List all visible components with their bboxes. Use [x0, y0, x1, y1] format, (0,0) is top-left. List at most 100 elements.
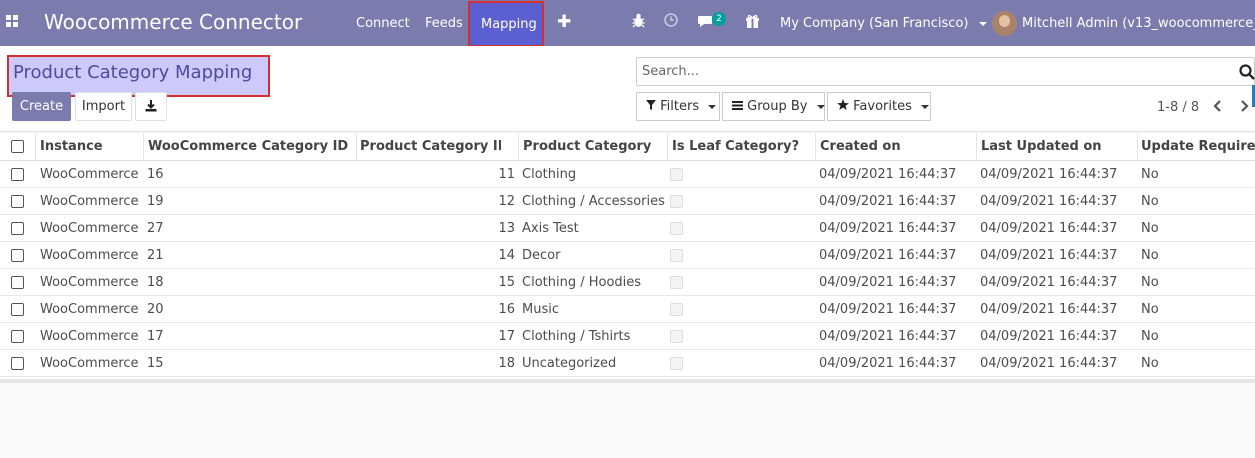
pager-value[interactable]: 1-8 / 8 — [1157, 100, 1199, 115]
star-icon — [837, 99, 849, 110]
instance-cell: WooCommerce — [40, 329, 139, 344]
list-view-table: Instance WooCommerce Category ID Product… — [0, 133, 1255, 383]
update-required-cell: No — [1141, 356, 1159, 371]
table-row[interactable]: WooCommerce 18 15 Clothing / Hoodies 04/… — [0, 269, 1255, 296]
create-button[interactable]: Create — [12, 92, 71, 121]
menu-connect[interactable]: Connect — [356, 16, 410, 31]
company-switcher[interactable]: My Company (San Francisco) — [780, 16, 987, 31]
row-checkbox[interactable] — [11, 249, 24, 262]
created-on-cell: 04/09/2021 16:44:37 — [819, 329, 957, 344]
product-category-id-cell: 11 — [498, 167, 515, 182]
row-checkbox[interactable] — [11, 330, 24, 343]
bug-icon[interactable] — [632, 13, 645, 28]
column-header[interactable]: Instance — [40, 133, 140, 160]
instance-cell: WooCommerce — [40, 356, 139, 371]
column-header[interactable]: WooCommerce Category ID — [148, 133, 353, 160]
column-header[interactable]: Is Leaf Category? — [672, 133, 814, 160]
woocommerce-category-id-cell: 21 — [147, 248, 164, 263]
search-input[interactable] — [642, 64, 1222, 79]
favorites-label: Favorites — [853, 99, 912, 114]
product-category-id-cell: 13 — [498, 221, 515, 236]
search-icon[interactable] — [1239, 64, 1255, 80]
product-category-cell: Axis Test — [522, 221, 579, 236]
column-header[interactable]: Created on — [820, 133, 975, 160]
update-required-cell: No — [1141, 302, 1159, 317]
table-header: Instance WooCommerce Category ID Product… — [0, 133, 1255, 161]
user-menu[interactable]: Mitchell Admin (v13_woocommerce_4) — [1022, 16, 1255, 31]
instance-cell: WooCommerce — [40, 275, 139, 290]
leaf-category-checkbox — [670, 222, 683, 235]
filters-label: Filters — [660, 99, 700, 114]
table-row[interactable]: WooCommerce 15 18 Uncategorized 04/09/20… — [0, 350, 1255, 377]
column-header[interactable]: Product Category ID — [360, 133, 501, 160]
update-required-cell: No — [1141, 329, 1159, 344]
caret-down-icon — [921, 104, 930, 109]
instance-cell: WooCommerce — [40, 221, 139, 236]
product-category-cell: Music — [522, 302, 559, 317]
last-updated-cell: 04/09/2021 16:44:37 — [980, 194, 1118, 209]
created-on-cell: 04/09/2021 16:44:37 — [819, 167, 957, 182]
chevron-right-icon[interactable] — [1240, 100, 1250, 112]
last-updated-cell: 04/09/2021 16:44:37 — [980, 302, 1118, 317]
leaf-category-checkbox — [670, 330, 683, 343]
product-category-id-cell: 14 — [498, 248, 515, 263]
product-category-cell: Clothing / Hoodies — [522, 275, 642, 290]
search-box — [636, 57, 1255, 86]
leaf-category-checkbox — [670, 357, 683, 370]
top-navbar: Woocommerce Connector Connect Feeds Mapp… — [0, 0, 1255, 47]
import-button[interactable]: Import — [75, 92, 132, 121]
download-button[interactable] — [135, 92, 167, 121]
menu-mapping[interactable]: Mapping — [468, 1, 544, 47]
row-checkbox[interactable] — [11, 276, 24, 289]
table-row[interactable]: WooCommerce 21 14 Decor 04/09/2021 16:44… — [0, 242, 1255, 269]
last-updated-cell: 04/09/2021 16:44:37 — [980, 221, 1118, 236]
chat-icon[interactable] — [697, 15, 713, 29]
leaf-category-checkbox — [670, 195, 683, 208]
table-row[interactable]: WooCommerce 19 12 Clothing / Accessories… — [0, 188, 1255, 215]
update-required-cell: No — [1141, 275, 1159, 290]
product-category-cell: Clothing — [522, 167, 577, 182]
bars-icon — [732, 101, 743, 110]
column-header[interactable]: Update Required — [1141, 133, 1255, 160]
clock-icon[interactable] — [664, 13, 678, 27]
select-all-checkbox[interactable] — [11, 140, 24, 153]
instance-cell: WooCommerce — [40, 167, 139, 182]
row-checkbox[interactable] — [11, 222, 24, 235]
created-on-cell: 04/09/2021 16:44:37 — [819, 302, 957, 317]
woocommerce-category-id-cell: 17 — [147, 329, 164, 344]
group-by-button[interactable]: Group By — [722, 92, 825, 121]
filters-button[interactable]: Filters — [636, 92, 720, 121]
chevron-left-icon[interactable] — [1212, 100, 1222, 112]
product-category-cell: Clothing / Tshirts — [522, 329, 631, 344]
favorites-button[interactable]: Favorites — [827, 92, 931, 121]
woocommerce-category-id-cell: 27 — [147, 221, 164, 236]
product-category-cell: Decor — [522, 248, 561, 263]
avatar[interactable] — [992, 11, 1017, 36]
menu-feeds[interactable]: Feeds — [425, 16, 463, 31]
row-checkbox[interactable] — [11, 303, 24, 316]
app-brand[interactable]: Woocommerce Connector — [44, 10, 302, 34]
row-checkbox[interactable] — [11, 168, 24, 181]
group-by-label: Group By — [747, 99, 808, 114]
table-row[interactable]: WooCommerce 17 17 Clothing / Tshirts 04/… — [0, 323, 1255, 350]
row-checkbox[interactable] — [11, 195, 24, 208]
column-header[interactable]: Product Category — [523, 133, 665, 160]
plus-icon[interactable]: ✚ — [557, 12, 571, 32]
table-row[interactable]: WooCommerce 20 16 Music 04/09/2021 16:44… — [0, 296, 1255, 323]
gift-icon[interactable] — [745, 14, 760, 28]
created-on-cell: 04/09/2021 16:44:37 — [819, 194, 957, 209]
created-on-cell: 04/09/2021 16:44:37 — [819, 221, 957, 236]
filter-icon — [646, 100, 656, 110]
last-updated-cell: 04/09/2021 16:44:37 — [980, 356, 1118, 371]
apps-menu-icon[interactable] — [6, 15, 20, 29]
row-checkbox[interactable] — [11, 357, 24, 370]
leaf-category-checkbox — [670, 303, 683, 316]
column-header[interactable]: Last Updated on — [981, 133, 1136, 160]
woocommerce-category-id-cell: 18 — [147, 275, 164, 290]
table-row[interactable]: WooCommerce 16 11 Clothing 04/09/2021 16… — [0, 161, 1255, 188]
caret-down-icon — [816, 104, 825, 109]
table-row[interactable]: WooCommerce 27 13 Axis Test 04/09/2021 1… — [0, 215, 1255, 242]
company-name: My Company (San Francisco) — [780, 16, 969, 31]
update-required-cell: No — [1141, 248, 1159, 263]
product-category-cell: Clothing / Accessories — [522, 194, 665, 209]
